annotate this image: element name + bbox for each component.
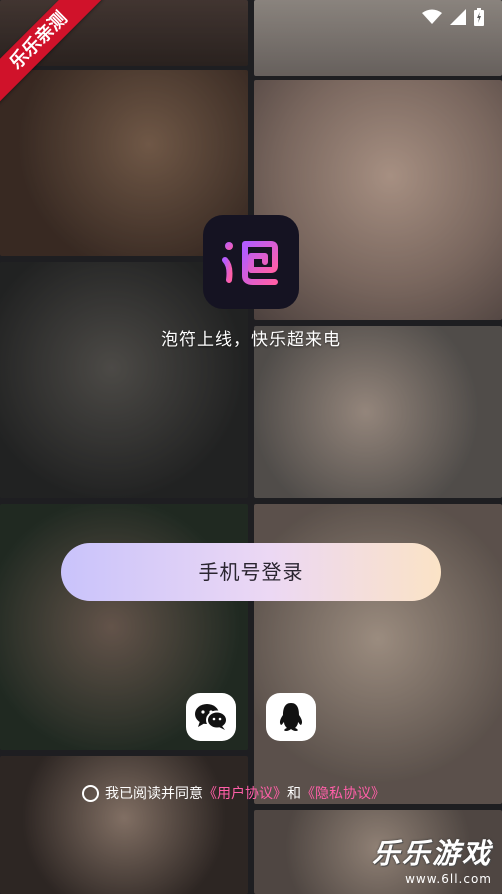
app-tagline: 泡符上线，快乐超来电 [161, 330, 341, 350]
privacy-link[interactable]: 《隐私协议》 [301, 783, 385, 803]
wechat-login-button[interactable] [186, 693, 236, 741]
ribbon-label: 乐乐亲测 [0, 0, 103, 105]
signal-icon [450, 9, 466, 25]
logo-glyph-icon [222, 241, 278, 285]
qq-login-button[interactable] [266, 693, 316, 741]
corner-ribbon: 乐乐亲测 [0, 0, 110, 110]
agreement-prefix: 我已阅读并同意 [105, 786, 203, 802]
wifi-icon [422, 9, 442, 24]
watermark-url: www.6ll.com [405, 872, 492, 886]
background-photo-grid [0, 0, 502, 894]
wechat-icon [195, 704, 228, 730]
battery-icon [474, 8, 484, 26]
agreement-and: 和 [287, 786, 301, 802]
user-terms-link[interactable]: 《用户协议》 [203, 783, 287, 803]
phone-login-button[interactable]: 手机号登录 [61, 543, 441, 601]
watermark: 乐乐游戏 www.6ll.com [372, 832, 492, 886]
status-bar [422, 8, 484, 26]
agreement-row: 我已阅读并同意 《用户协议》 和 《隐私协议》 [82, 783, 385, 803]
qq-icon [279, 703, 303, 731]
app-logo [203, 215, 299, 309]
dark-overlay [0, 0, 502, 894]
agreement-checkbox[interactable] [82, 784, 99, 802]
watermark-title: 乐乐游戏 [371, 837, 492, 870]
